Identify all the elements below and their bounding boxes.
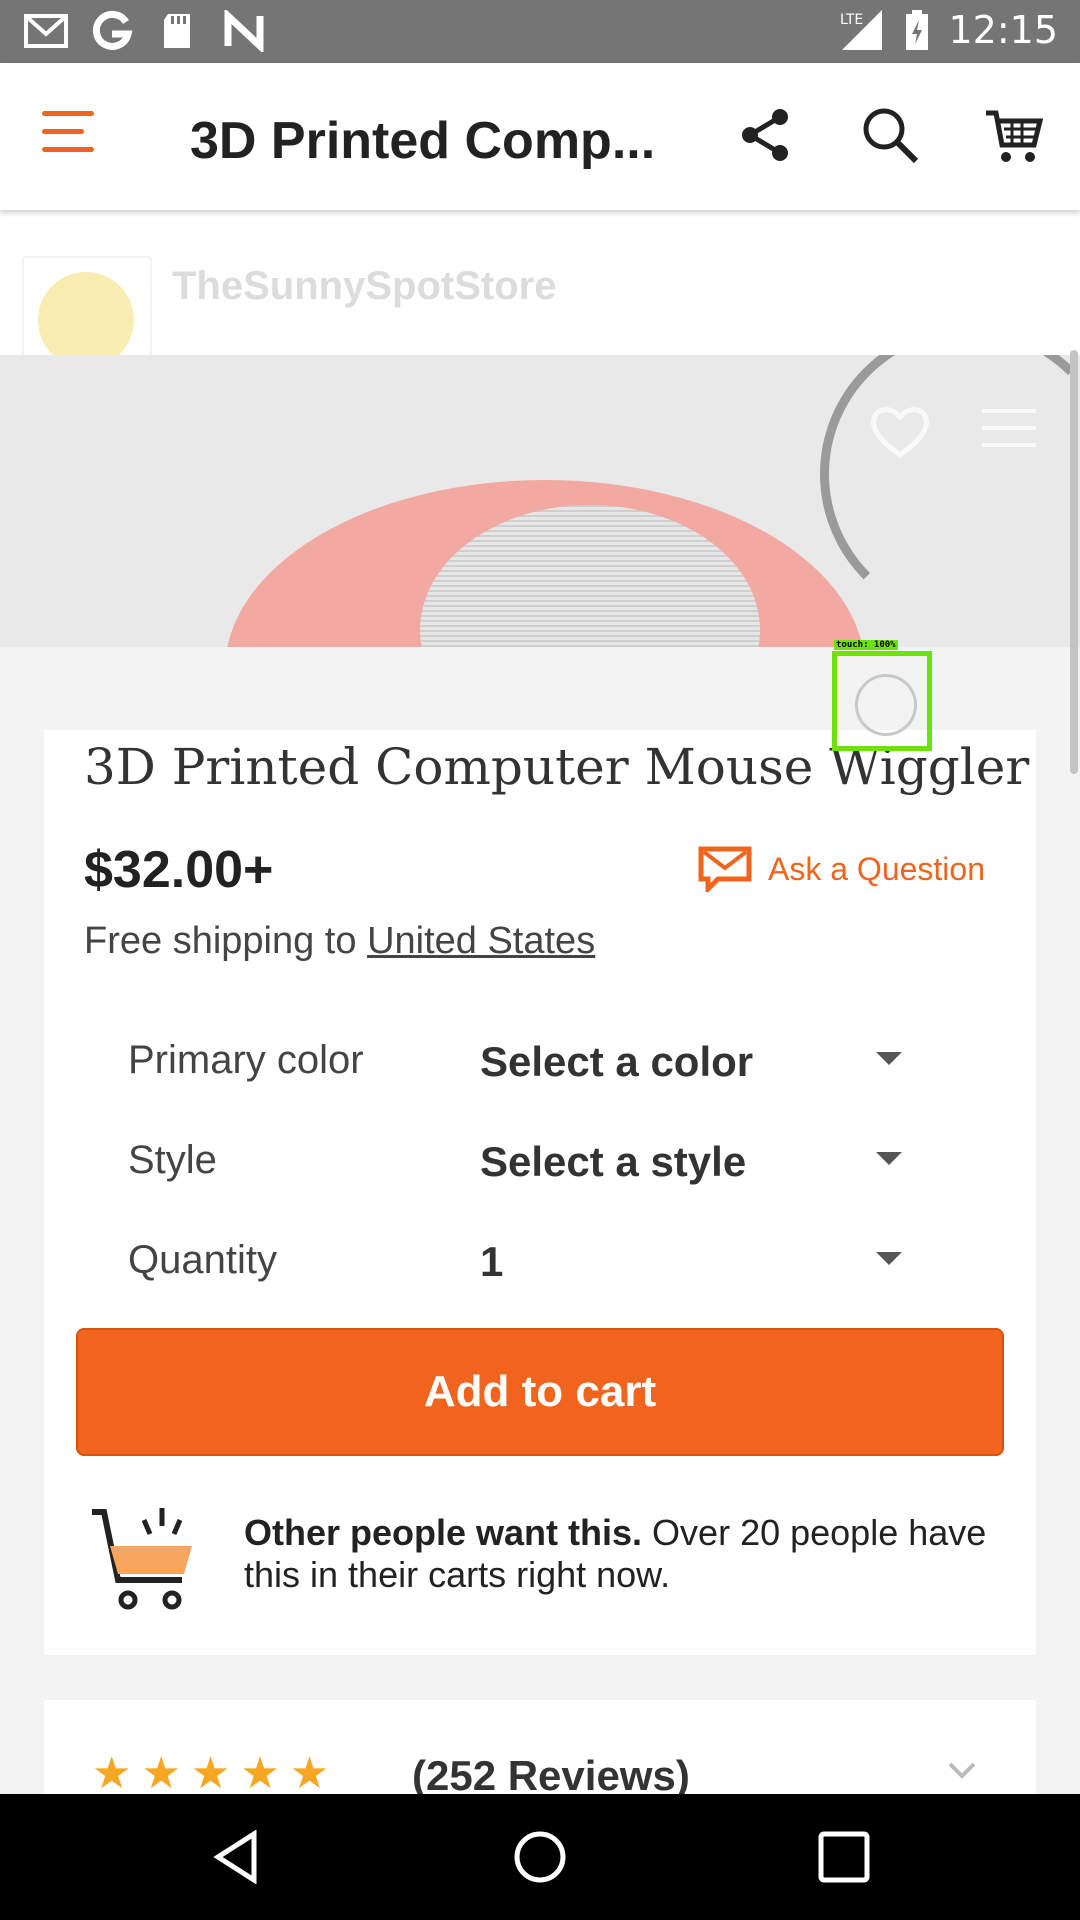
primary-color-select[interactable]: Primary color Select a color: [128, 1020, 908, 1100]
store-header[interactable]: TheSunnySpotStore: [0, 210, 1080, 386]
ask-question-button[interactable]: Ask a Question: [698, 846, 985, 892]
status-time: 12:15: [948, 8, 1058, 52]
cart-demand-icon: [92, 1508, 192, 1610]
status-bar: LTE 12:15: [0, 0, 1080, 63]
recents-icon[interactable]: [817, 1830, 871, 1884]
shipping-country-link[interactable]: United States: [367, 920, 595, 962]
option-value[interactable]: Select a color: [480, 1038, 753, 1086]
mail-icon: [698, 846, 752, 892]
home-icon[interactable]: [513, 1830, 567, 1884]
battery-charging-icon: [906, 10, 929, 50]
demand-notice: Other people want this. Over 20 people h…: [244, 1512, 1004, 1596]
touch-indicator-label: touch: 100%: [834, 640, 898, 650]
chevron-down-icon[interactable]: [948, 1760, 976, 1780]
quantity-select[interactable]: Quantity 1: [128, 1220, 908, 1300]
back-icon[interactable]: [210, 1830, 264, 1884]
system-nav-bar: [0, 1794, 1080, 1920]
product-price: $32.00+: [84, 841, 274, 899]
dropdown-caret-icon[interactable]: [876, 1252, 902, 1265]
page-title: 3D Printed Comp...: [190, 112, 656, 170]
option-label: Style: [128, 1138, 217, 1182]
option-label: Quantity: [128, 1238, 277, 1282]
option-value[interactable]: 1: [480, 1238, 503, 1286]
google-icon: [92, 10, 133, 50]
menu-button[interactable]: [42, 111, 94, 155]
sd-card-icon: [164, 14, 190, 48]
cart-icon[interactable]: [984, 105, 1044, 165]
option-value[interactable]: Select a style: [480, 1138, 746, 1186]
scrollbar[interactable]: [1070, 350, 1078, 774]
favorite-heart-icon[interactable]: [870, 403, 930, 459]
reviews-count[interactable]: (252 Reviews): [412, 1752, 690, 1800]
option-label: Primary color: [128, 1038, 364, 1082]
svg-text:LTE: LTE: [840, 12, 863, 28]
store-name[interactable]: TheSunnySpotStore: [172, 264, 556, 309]
gmail-icon: [24, 14, 68, 48]
touch-indicator: [832, 651, 932, 751]
lte-signal-icon: LTE: [840, 10, 883, 50]
dropdown-caret-icon[interactable]: [876, 1152, 902, 1165]
search-icon[interactable]: [860, 105, 920, 165]
menu-icon: [42, 111, 94, 116]
shipping-prefix: Free shipping to: [84, 920, 368, 962]
share-icon[interactable]: [736, 105, 796, 165]
shipping-info: Free shipping to United States: [84, 920, 595, 963]
style-select[interactable]: Style Select a style: [128, 1120, 908, 1200]
dropdown-caret-icon[interactable]: [876, 1052, 902, 1065]
demand-headline: Other people want this.: [244, 1512, 643, 1553]
add-to-list-icon[interactable]: [982, 409, 1036, 453]
n-icon: [224, 10, 264, 52]
app-bar: 3D Printed Comp...: [0, 63, 1080, 210]
add-to-cart-button[interactable]: Add to cart: [76, 1328, 1004, 1456]
ask-question-label: Ask a Question: [768, 850, 985, 887]
product-image[interactable]: [0, 355, 1080, 647]
rating-stars: ★★★★★: [92, 1749, 340, 1798]
